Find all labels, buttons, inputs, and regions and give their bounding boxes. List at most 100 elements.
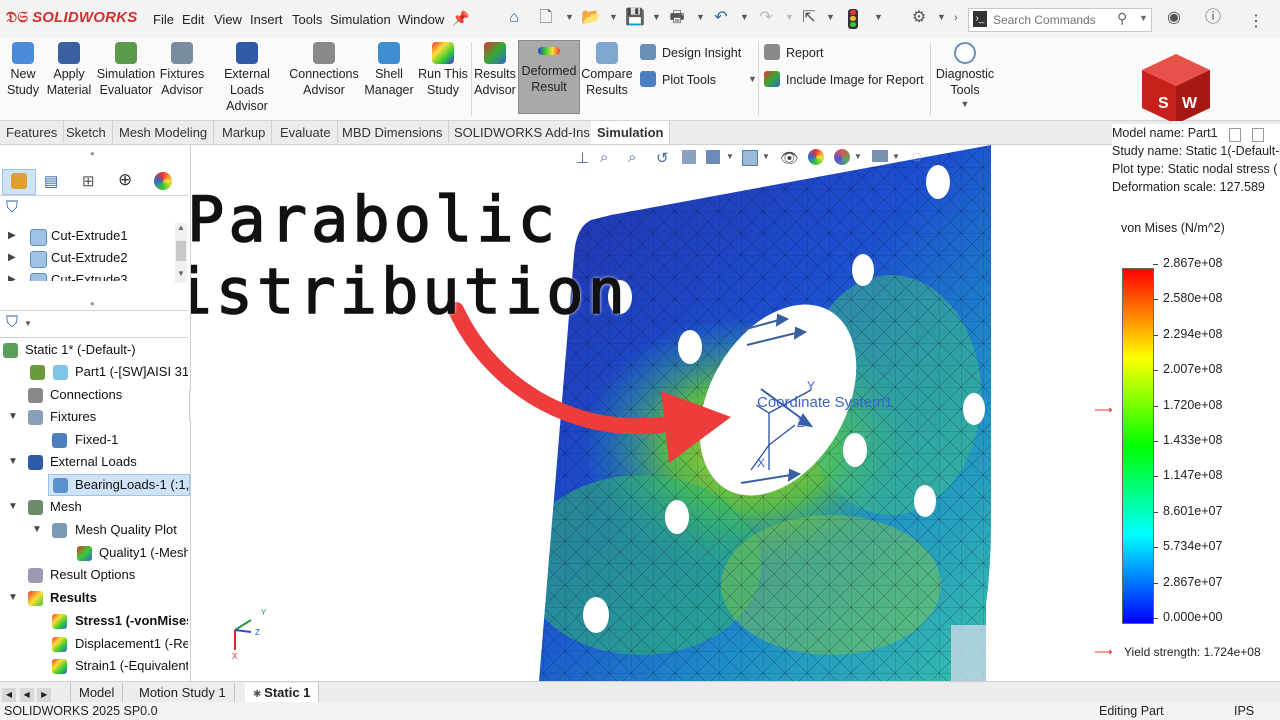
configuration-manager-tab[interactable]: ⊞: [82, 172, 95, 190]
menu-tools[interactable]: Tools: [292, 12, 322, 27]
shell-manager-button[interactable]: Shell Manager: [362, 42, 416, 114]
display-style-icon[interactable]: 👁: [780, 149, 799, 167]
search-input[interactable]: [991, 11, 1125, 29]
tab-mbd-dimensions[interactable]: MBD Dimensions: [336, 121, 450, 143]
new-document-icon[interactable]: 🗋: [537, 9, 555, 27]
tree-item-mesh[interactable]: ▼ Mesh: [0, 496, 188, 518]
traffic-light-icon[interactable]: [848, 9, 858, 29]
report-button[interactable]: Report: [764, 44, 824, 60]
normal-to-icon[interactable]: ⊥: [576, 149, 589, 167]
chevron-down-icon[interactable]: ▼: [854, 152, 862, 161]
menu-edit[interactable]: Edit: [182, 12, 204, 27]
design-insight-button[interactable]: Design Insight: [640, 44, 741, 60]
expand-icon[interactable]: [1252, 128, 1264, 142]
redo-icon[interactable]: ↷: [757, 9, 775, 27]
new-study-button[interactable]: New Study: [2, 42, 44, 114]
tab-model[interactable]: Model: [70, 683, 124, 702]
chevron-down-icon[interactable]: ▼: [892, 152, 900, 161]
deformed-result-button[interactable]: Deformed Result: [518, 40, 580, 114]
tree-item-bearing-loads[interactable]: BearingLoads-1 (:1,0: [48, 474, 190, 496]
zoom-to-area-icon[interactable]: ⌕: [628, 149, 636, 166]
pin-icon[interactable]: 📌: [452, 9, 470, 27]
filter-icon[interactable]: ⛉: [6, 314, 18, 332]
splitter-handle[interactable]: ●: [90, 149, 95, 158]
tree-item-study[interactable]: Static 1* (-Default-): [0, 339, 188, 361]
previous-view-icon[interactable]: ↺: [656, 149, 669, 167]
tab-evaluate[interactable]: Evaluate: [274, 121, 338, 143]
restore-icon[interactable]: [1229, 128, 1241, 142]
tree-item-cut-extrude3[interactable]: ▶ Cut-Extrude3: [0, 269, 175, 281]
chevron-down-icon[interactable]: ▼: [1139, 13, 1148, 23]
tab-markup[interactable]: Markup: [216, 121, 273, 143]
chevron-down-icon[interactable]: ▼: [748, 74, 757, 84]
tree-item-fixed-1[interactable]: Fixed-1: [0, 429, 188, 451]
tree-item-displacement1[interactable]: Displacement1 (-Res: [0, 633, 188, 655]
select-cursor-icon[interactable]: ⇱: [800, 9, 818, 27]
tab-scroll-buttons[interactable]: ◀ ◀ ▶ ▶: [2, 685, 68, 719]
tree-item-part[interactable]: Part1 (-[SW]AISI 316: [0, 361, 188, 383]
chevron-down-icon[interactable]: ▼: [565, 12, 574, 22]
chevron-down-icon[interactable]: ▼: [696, 12, 705, 22]
tree-item-cut-extrude2[interactable]: ▶ Cut-Extrude2: [0, 247, 175, 269]
print-icon[interactable]: 🖶: [668, 9, 686, 27]
external-loads-advisor-button[interactable]: External Loads Advisor: [208, 42, 286, 114]
chevron-down-icon[interactable]: ▼: [762, 152, 770, 161]
help-icon[interactable]: ⓘ: [1204, 9, 1222, 27]
view-settings-icon[interactable]: [872, 150, 888, 162]
menu-window[interactable]: Window: [398, 12, 444, 27]
view-orientation-icon[interactable]: [742, 150, 758, 166]
dynamic-annotation-icon[interactable]: [706, 150, 720, 164]
tree-item-connections[interactable]: Connections: [0, 384, 188, 406]
home-icon[interactable]: ⌂: [505, 9, 523, 27]
tab-features[interactable]: Features: [0, 121, 65, 143]
splitter-handle[interactable]: ●: [90, 299, 95, 308]
edit-appearance-icon[interactable]: [808, 149, 824, 165]
search-commands[interactable]: ›_ ⚲ ▼: [968, 8, 1152, 32]
save-icon[interactable]: 💾: [625, 9, 645, 27]
tree-item-stress1[interactable]: Stress1 (-vonMises-: [0, 610, 188, 632]
chevron-down-icon[interactable]: ▼: [609, 12, 618, 22]
feature-manager-tab[interactable]: [2, 169, 36, 195]
chevron-down-icon[interactable]: ▼: [785, 12, 794, 22]
tree-item-fixtures[interactable]: ▼ Fixtures: [0, 406, 188, 428]
menu-simulation[interactable]: Simulation: [330, 12, 391, 27]
tree-item-mesh-quality-plot[interactable]: ▼ Mesh Quality Plot: [0, 519, 188, 541]
undo-icon[interactable]: ↶: [712, 9, 730, 27]
include-image-for-report-button[interactable]: Include Image for Report: [764, 71, 924, 87]
dimxpert-manager-tab[interactable]: ⊕: [118, 170, 132, 190]
search-icon[interactable]: ⚲: [1117, 10, 1127, 27]
gear-icon[interactable]: ⚙: [910, 9, 928, 27]
scrollbar[interactable]: ▲ ▼: [175, 223, 187, 283]
display-manager-tab[interactable]: [154, 172, 172, 190]
chevron-down-icon[interactable]: ▼: [24, 319, 32, 328]
diagnostic-tools-button[interactable]: Diagnostic Tools ▼: [934, 42, 996, 114]
graphics-area[interactable]: Coordinate System1 Y Z X Y Z X ⊥ ⌕ ⌕ ↺ ▼…: [191, 145, 1111, 681]
simulation-evaluator-button[interactable]: Simulation Evaluator: [95, 42, 157, 114]
tree-item-strain1[interactable]: Strain1 (-Equivalent-: [0, 655, 188, 677]
fixtures-advisor-button[interactable]: Fixtures Advisor: [158, 42, 206, 114]
property-manager-tab[interactable]: ▤: [44, 172, 58, 190]
more-icon[interactable]: ⋮: [1248, 11, 1264, 31]
chevron-down-icon[interactable]: ▼: [652, 12, 661, 22]
tab-simulation[interactable]: Simulation: [591, 121, 671, 144]
chevron-down-icon[interactable]: ▼: [726, 152, 734, 161]
tab-solidworks-add-ins[interactable]: SOLIDWORKS Add-Ins: [448, 121, 597, 143]
chevron-down-icon[interactable]: ▼: [874, 12, 883, 22]
chevron-right-icon[interactable]: ›: [954, 12, 958, 24]
unit-system[interactable]: IPS: [1234, 702, 1254, 720]
tree-item-external-loads[interactable]: ▼ External Loads: [0, 451, 188, 473]
tab-motion-study[interactable]: Motion Study 1: [131, 683, 235, 702]
tree-item-cut-extrude1[interactable]: ▶ Cut-Extrude1: [0, 225, 175, 247]
apply-scene-icon[interactable]: [834, 149, 850, 165]
apply-material-button[interactable]: Apply Material: [45, 42, 93, 114]
tree-item-quality1[interactable]: Quality1 (-Mesh: [0, 542, 188, 564]
compare-results-button[interactable]: Compare Results: [580, 42, 634, 114]
menu-file[interactable]: File: [153, 12, 174, 27]
tree-item-result-options[interactable]: Result Options: [0, 564, 188, 586]
chevron-down-icon[interactable]: ▼: [937, 12, 946, 22]
zoom-to-fit-icon[interactable]: ⌕: [600, 149, 608, 166]
section-view-icon[interactable]: [682, 150, 696, 164]
tab-mesh-modeling[interactable]: Mesh Modeling: [113, 121, 215, 143]
filter-icon[interactable]: ⛉: [6, 199, 18, 217]
tab-sketch[interactable]: Sketch: [60, 121, 113, 143]
